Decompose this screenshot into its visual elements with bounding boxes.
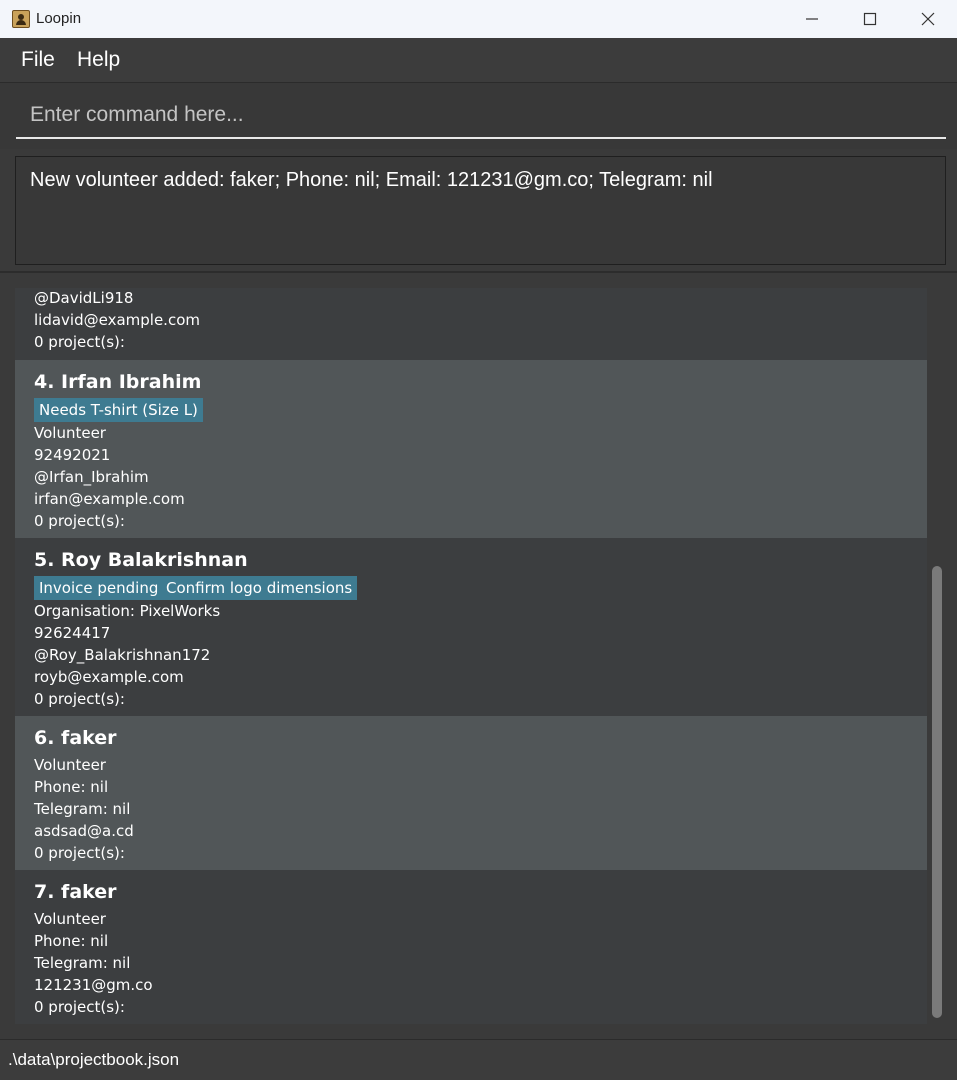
person-email: irfan@example.com	[34, 490, 185, 508]
person-telegram: @Irfan_Ibrahim	[34, 468, 149, 486]
person-projects: 0 project(s):	[34, 998, 125, 1016]
person-phone: Phone: nil	[34, 778, 109, 796]
tag-badge: Confirm logo dimensions	[161, 576, 358, 600]
close-button[interactable]	[899, 0, 957, 38]
person-card[interactable]: 6. faker Volunteer Phone: nil Telegram: …	[15, 716, 927, 870]
person-telegram: Telegram: nil	[34, 800, 131, 818]
person-name: 4. Irfan Ibrahim	[34, 371, 202, 393]
save-location: .\data\projectbook.json	[8, 1050, 180, 1069]
menu-file[interactable]: File	[21, 48, 55, 72]
result-display: New volunteer added: faker; Phone: nil; …	[15, 156, 946, 265]
person-telegram: @DavidLi918	[34, 289, 134, 307]
person-projects: 0 project(s):	[34, 690, 125, 708]
command-input[interactable]	[16, 93, 946, 139]
person-email: asdsad@a.cd	[34, 822, 134, 840]
minimize-icon	[806, 18, 818, 20]
person-name: 7. faker	[34, 881, 117, 903]
person-email: lidavid@example.com	[34, 311, 200, 329]
person-role: Volunteer	[34, 910, 106, 928]
divider	[0, 271, 957, 273]
person-organisation: Organisation: PixelWorks	[34, 602, 221, 620]
app-icon	[12, 10, 30, 28]
menu-bar: File Help	[0, 38, 957, 83]
person-card[interactable]: 7. faker Volunteer Phone: nil Telegram: …	[15, 870, 927, 1024]
person-name: 5. Roy Balakrishnan	[34, 549, 248, 571]
tag-badge: Invoice pending	[34, 576, 164, 600]
scrollbar-thumb[interactable]	[932, 566, 942, 1018]
person-phone: 92624417	[34, 624, 111, 642]
person-projects: 0 project(s):	[34, 844, 125, 862]
person-role: Volunteer	[34, 424, 106, 442]
person-phone: 92492021	[34, 446, 111, 464]
menu-help[interactable]: Help	[77, 48, 120, 72]
status-bar: .\data\projectbook.json	[0, 1039, 957, 1080]
window-title: Loopin	[36, 10, 82, 27]
person-telegram: Telegram: nil	[34, 954, 131, 972]
title-bar: Loopin	[0, 0, 957, 39]
person-card[interactable]: @DavidLi918 lidavid@example.com 0 projec…	[15, 288, 927, 360]
result-message: New volunteer added: faker; Phone: nil; …	[30, 169, 713, 191]
person-card[interactable]: 4. Irfan Ibrahim Needs T-shirt (Size L) …	[15, 360, 927, 538]
person-role: Volunteer	[34, 756, 106, 774]
person-name: 6. faker	[34, 727, 117, 749]
person-card[interactable]: 5. Roy Balakrishnan Invoice pending Conf…	[15, 538, 927, 716]
tag-badge: Needs T-shirt (Size L)	[34, 398, 203, 422]
maximize-button[interactable]	[841, 0, 899, 38]
maximize-icon	[863, 12, 877, 26]
close-icon	[921, 12, 935, 26]
person-email: royb@example.com	[34, 668, 184, 686]
minimize-button[interactable]	[783, 0, 841, 38]
person-projects: 0 project(s):	[34, 512, 125, 530]
person-projects: 0 project(s):	[34, 333, 125, 351]
person-list[interactable]: @DavidLi918 lidavid@example.com 0 projec…	[15, 288, 927, 1024]
person-phone: Phone: nil	[34, 932, 109, 950]
person-telegram: @Roy_Balakrishnan172	[34, 646, 211, 664]
person-email: 121231@gm.co	[34, 976, 153, 994]
